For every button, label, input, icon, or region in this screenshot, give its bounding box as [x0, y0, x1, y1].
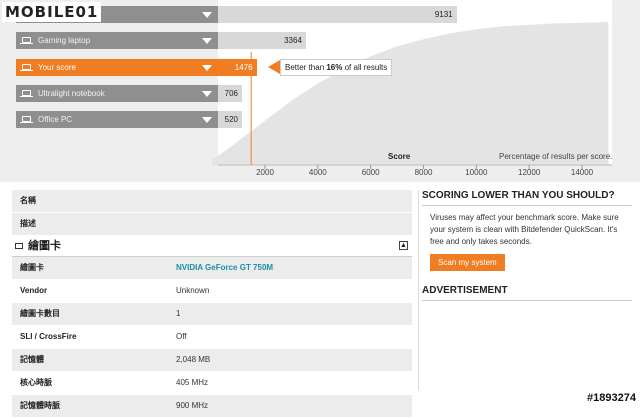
system-info-area: 名稱 描述 繪圖卡 ▲ 繪圖卡 NVIDIA GeForce GT 750M Ven… — [0, 182, 640, 418]
section-title: 繪圖卡 — [28, 240, 61, 252]
ranking-dropdown[interactable]: Gaming laptop — [16, 32, 218, 49]
laptop-icon — [20, 116, 33, 123]
x-axis-label: Score — [388, 152, 411, 161]
ranking-score-bar: 520 — [218, 111, 242, 128]
percentile-callout: Better than 16% of all results — [280, 59, 393, 76]
collapse-toggle-icon[interactable]: ▲ — [399, 241, 408, 250]
watermark-id: #1893274 — [587, 392, 636, 404]
sidebar: SCORING LOWER THAN YOU SHOULD? Viruses m… — [422, 190, 632, 301]
detail-value: Off — [176, 332, 187, 341]
ranking-dropdown[interactable]: Your score — [16, 59, 218, 76]
detail-key: 描述 — [20, 219, 36, 228]
ranking-label: Your score — [38, 63, 76, 72]
x-axis-tick-label: 2000 — [256, 168, 274, 177]
x-axis-tick-label: 14000 — [570, 168, 594, 177]
callout-pointer — [268, 60, 280, 74]
chevron-down-icon[interactable] — [202, 12, 212, 18]
table-row: 繪圖卡 NVIDIA GeForce GT 750M — [12, 257, 412, 280]
detail-row-name: 名稱 — [12, 190, 412, 213]
detail-key: 繪圖卡 — [20, 263, 44, 272]
sidebar-body: Viruses may affect your benchmark score.… — [430, 213, 619, 246]
detail-value: 405 MHz — [176, 378, 209, 387]
chevron-down-icon[interactable] — [202, 65, 212, 71]
advertisement-heading: ADVERTISEMENT — [422, 285, 632, 301]
chevron-down-icon[interactable] — [202, 38, 212, 44]
laptop-icon — [20, 90, 33, 97]
gpu-name-link[interactable]: NVIDIA GeForce GT 750M — [176, 257, 273, 279]
detail-key: 核心時脈 — [20, 378, 52, 387]
y-axis-label: Percentage of results per score. — [499, 152, 613, 161]
detail-key: Vendor — [20, 286, 48, 295]
callout-percent: 16% — [326, 63, 343, 72]
chevron-down-icon[interactable] — [202, 91, 212, 97]
detail-value: 900 MHz — [176, 401, 209, 410]
detail-key: SLI / CrossFire — [20, 332, 77, 341]
laptop-icon — [20, 64, 33, 71]
table-row: 繪圖卡數目 1 — [12, 303, 412, 326]
x-axis-tick-label: 12000 — [518, 168, 541, 177]
detail-key: 名稱 — [20, 196, 36, 205]
table-row: 記憶體時脈 900 MHz — [12, 395, 412, 418]
ranking-dropdown[interactable]: Office PC — [16, 111, 218, 128]
ranking-label: Ultralight notebook — [38, 89, 105, 98]
site-logo[interactable]: MOBILE01 — [2, 2, 102, 22]
x-axis-tick-label: 6000 — [361, 168, 380, 177]
table-row: Vendor Unknown — [12, 280, 412, 303]
table-row: 核心時脈 405 MHz — [12, 372, 412, 395]
system-details-table: 名稱 描述 繪圖卡 ▲ 繪圖卡 NVIDIA GeForce GT 750M Ven… — [12, 190, 412, 418]
table-row: SLI / CrossFire Off — [12, 326, 412, 349]
detail-key: 記憶體時脈 — [20, 401, 60, 410]
ranking-label: Office PC — [38, 115, 73, 124]
ranking-score-bar: 3364 — [218, 32, 306, 49]
detail-value: Unknown — [176, 286, 210, 295]
score-distribution-panel: 9131 Gaming laptop 3364 Your score 1476 Ultra… — [0, 0, 640, 182]
sidebar-title: SCORING LOWER THAN YOU SHOULD? — [422, 190, 632, 206]
chevron-down-icon[interactable] — [202, 117, 212, 123]
ranking-score-bar: 706 — [218, 85, 242, 102]
detail-row-description: 描述 — [12, 213, 412, 236]
ranking-score-bar: 1476 — [218, 59, 257, 76]
ranking-label: Gaming laptop — [38, 36, 91, 45]
callout-suffix: of all results — [342, 63, 388, 72]
callout-prefix: Better than — [285, 63, 327, 72]
scan-system-button[interactable]: Scan my system — [430, 254, 505, 271]
ranking-dropdown[interactable]: Ultralight notebook — [16, 85, 218, 102]
x-axis-tick-label: 4000 — [308, 168, 327, 177]
detail-value: 2,048 MB — [176, 355, 211, 364]
x-axis-tick-label: 8000 — [414, 168, 433, 177]
monitor-icon — [15, 243, 23, 249]
detail-value: 1 — [176, 309, 181, 318]
x-axis-tick-label: 10000 — [465, 168, 488, 177]
ranking-score-bar: 9131 — [218, 6, 457, 23]
detail-key: 繪圖卡數目 — [20, 309, 60, 318]
section-header-graphics-card: 繪圖卡 ▲ — [12, 236, 412, 257]
detail-key: 記憶體 — [20, 355, 44, 364]
table-row: 記憶體 2,048 MB — [12, 349, 412, 372]
column-divider — [418, 190, 419, 390]
gpu-rows: 繪圖卡 NVIDIA GeForce GT 750M Vendor Unknown 繪圖… — [12, 257, 412, 418]
laptop-icon — [20, 37, 33, 44]
